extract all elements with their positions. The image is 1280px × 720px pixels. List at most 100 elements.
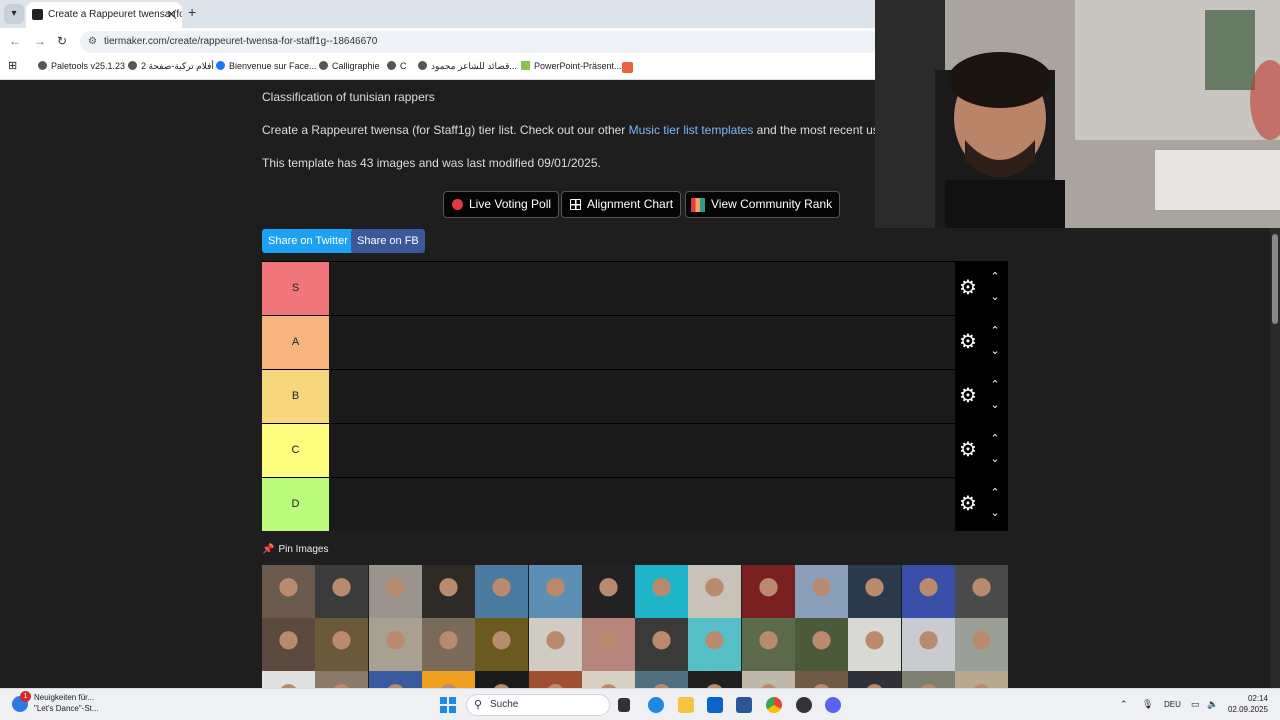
- rapper-image-tile[interactable]: [688, 671, 742, 688]
- rapper-image-tile[interactable]: [848, 618, 902, 671]
- chevron-down-icon[interactable]: ⌄: [988, 398, 1002, 411]
- scrollbar-thumb[interactable]: [1272, 234, 1278, 324]
- back-arrow-icon[interactable]: ←: [9, 34, 21, 48]
- rapper-image-tile[interactable]: [262, 671, 315, 688]
- apps-grid-icon[interactable]: ⊞: [8, 59, 17, 72]
- app-icon[interactable]: [796, 697, 812, 713]
- tier-drop-zone[interactable]: [329, 478, 955, 531]
- rapper-image-tile[interactable]: [421, 671, 475, 688]
- volume-icon[interactable]: 🔈: [1207, 699, 1218, 710]
- rapper-image-tile[interactable]: [901, 618, 955, 671]
- file-explorer-icon[interactable]: [678, 697, 694, 713]
- rapper-image-tile[interactable]: [475, 671, 529, 688]
- address-bar[interactable]: ⚙ tiermaker.com/create/rappeuret-twensa-…: [80, 31, 880, 53]
- tier-label[interactable]: C: [262, 424, 329, 477]
- chevron-down-icon[interactable]: ⌄: [988, 344, 1002, 357]
- news-widget[interactable]: 1 Neuigkeiten für... "Let's Dance"-St...: [12, 691, 99, 714]
- rapper-image-tile[interactable]: [528, 565, 582, 618]
- bookmark-item[interactable]: أفلام تركية-صفحة 2: [128, 61, 214, 72]
- view-community-rank-button[interactable]: View Community Rank: [685, 191, 841, 218]
- chevron-up-icon[interactable]: ⌃: [988, 324, 1002, 337]
- chevron-up-icon[interactable]: ⌃: [988, 378, 1002, 391]
- windows-start-icon[interactable]: [440, 697, 456, 713]
- rapper-image-tile[interactable]: [688, 565, 742, 618]
- share-twitter-button[interactable]: Share on Twitter: [262, 229, 354, 253]
- share-fb-button[interactable]: Share on FB: [351, 229, 425, 253]
- chevron-up-icon[interactable]: ⌃: [988, 486, 1002, 499]
- rapper-image-tile[interactable]: [848, 671, 902, 688]
- rapper-image-tile[interactable]: [635, 618, 689, 671]
- discord-icon[interactable]: [825, 697, 841, 713]
- chevron-down-icon[interactable]: ⌄: [988, 452, 1002, 465]
- gear-icon[interactable]: ⚙: [959, 494, 977, 514]
- rapper-image-tile[interactable]: [795, 565, 848, 618]
- close-tab-icon[interactable]: ✕: [167, 2, 176, 28]
- reload-icon[interactable]: ↻: [57, 34, 67, 48]
- store-icon[interactable]: [736, 697, 752, 713]
- rapper-image-tile[interactable]: [954, 671, 1008, 688]
- tier-drop-zone[interactable]: [329, 370, 955, 423]
- live-voting-poll-button[interactable]: Live Voting Poll: [443, 191, 560, 218]
- rapper-image-tile[interactable]: [741, 618, 795, 671]
- rapper-image-tile[interactable]: [368, 618, 422, 671]
- alignment-chart-button[interactable]: Alignment Chart: [561, 191, 682, 218]
- gear-icon[interactable]: ⚙: [959, 332, 977, 352]
- rapper-image-tile[interactable]: [688, 618, 742, 671]
- rapper-image-tile[interactable]: [315, 671, 369, 688]
- tier-label[interactable]: B: [262, 370, 329, 423]
- gear-icon[interactable]: ⚙: [959, 386, 977, 406]
- tier-drop-zone[interactable]: [329, 424, 955, 477]
- chrome-icon[interactable]: [766, 697, 782, 713]
- tier-drop-zone[interactable]: [329, 262, 955, 315]
- rapper-image-tile[interactable]: [795, 618, 848, 671]
- rapper-image-tile[interactable]: [581, 671, 635, 688]
- tier-drop-zone[interactable]: [329, 316, 955, 369]
- outlook-icon[interactable]: [707, 697, 723, 713]
- rapper-image-tile[interactable]: [315, 565, 369, 618]
- task-view-icon[interactable]: [618, 698, 630, 712]
- rapper-image-tile[interactable]: [954, 565, 1008, 618]
- display-icon[interactable]: ▭: [1191, 699, 1200, 710]
- rapper-image-tile[interactable]: [262, 565, 315, 618]
- bookmark-item[interactable]: PowerPoint-Präsent...: [521, 61, 622, 71]
- rapper-image-tile[interactable]: [581, 618, 635, 671]
- rapper-image-tile[interactable]: [475, 565, 529, 618]
- pin-images-toggle[interactable]: 📌 Pin Images: [262, 544, 328, 555]
- rapper-image-tile[interactable]: [421, 618, 475, 671]
- rapper-image-tile[interactable]: [262, 618, 315, 671]
- rapper-image-tile[interactable]: [741, 565, 795, 618]
- bookmark-item[interactable]: C: [387, 61, 407, 71]
- rapper-image-tile[interactable]: [954, 618, 1008, 671]
- bookmark-item[interactable]: قصائد للشاعر محمود...: [418, 61, 517, 72]
- tray-chevron-icon[interactable]: ⌃: [1120, 699, 1128, 710]
- bookmark-item[interactable]: Paletools v25.1.23: [38, 61, 125, 71]
- rapper-image-tile[interactable]: [635, 671, 689, 688]
- site-info-icon[interactable]: ⚙: [88, 31, 97, 53]
- input-language[interactable]: DEU: [1164, 700, 1181, 709]
- rapper-image-tile[interactable]: [475, 618, 529, 671]
- rapper-image-tile[interactable]: [368, 565, 422, 618]
- gear-icon[interactable]: ⚙: [959, 440, 977, 460]
- html5-bookmark-icon[interactable]: [622, 62, 633, 73]
- rapper-image-tile[interactable]: [848, 565, 902, 618]
- chevron-down-icon[interactable]: ⌄: [988, 506, 1002, 519]
- new-tab-button[interactable]: +: [188, 4, 196, 20]
- rapper-image-tile[interactable]: [581, 565, 635, 618]
- rapper-image-tile[interactable]: [635, 565, 689, 618]
- bookmark-item[interactable]: Calligraphie: [319, 61, 380, 71]
- rapper-image-tile[interactable]: [901, 565, 955, 618]
- rapper-image-tile[interactable]: [901, 671, 955, 688]
- page-scrollbar[interactable]: [1270, 228, 1280, 688]
- music-templates-link[interactable]: Music tier list templates: [629, 123, 754, 137]
- rapper-image-tile[interactable]: [528, 618, 582, 671]
- rapper-image-tile[interactable]: [741, 671, 795, 688]
- chevron-up-icon[interactable]: ⌃: [988, 270, 1002, 283]
- microphone-icon[interactable]: 🎙: [1142, 699, 1153, 710]
- rapper-image-tile[interactable]: [315, 618, 369, 671]
- gear-icon[interactable]: ⚙: [959, 278, 977, 298]
- taskbar-search[interactable]: ⚲ Suche: [466, 694, 610, 716]
- edge-icon[interactable]: [648, 697, 664, 713]
- clock[interactable]: 02:14 02.09.2025: [1226, 693, 1268, 715]
- chevron-down-icon[interactable]: ⌄: [988, 290, 1002, 303]
- rapper-image-tile[interactable]: [795, 671, 848, 688]
